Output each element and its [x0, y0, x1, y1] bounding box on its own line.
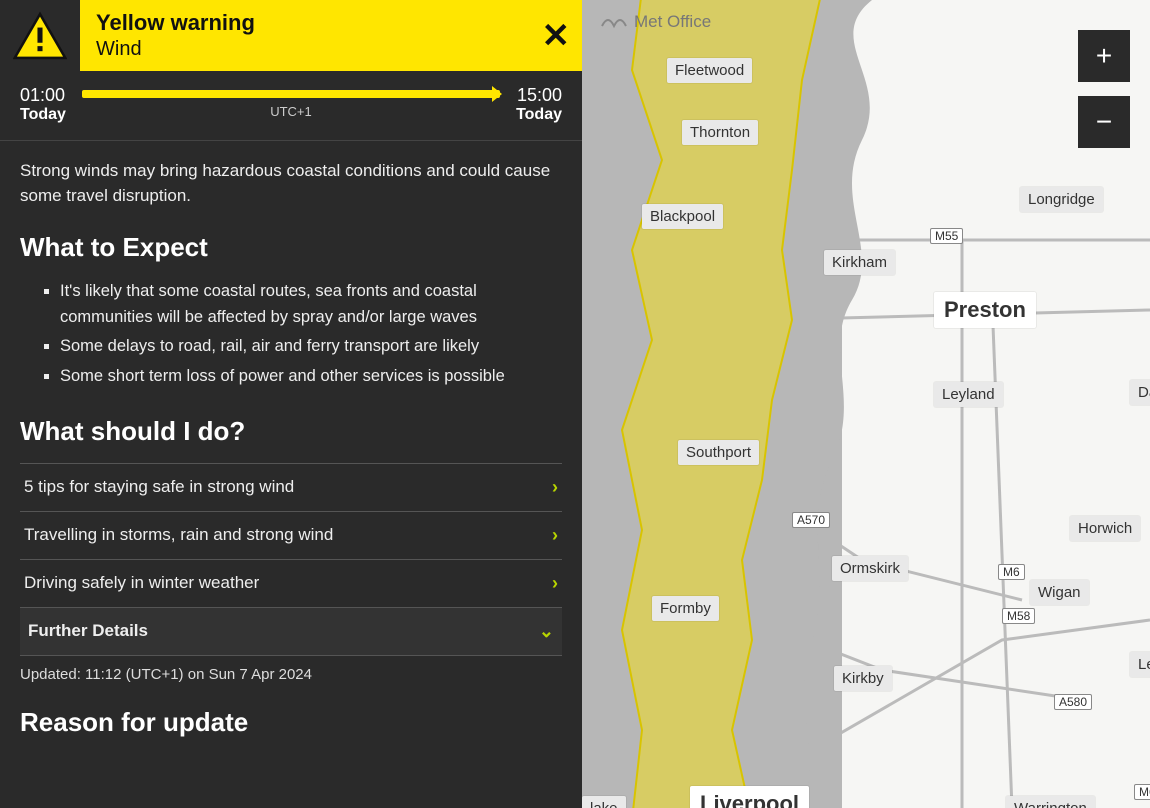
advice-link-driving-winter[interactable]: Driving safely in winter weather ›	[20, 560, 562, 608]
place-label: Preston	[934, 292, 1036, 328]
advice-link-safe-wind[interactable]: 5 tips for staying safe in strong wind ›	[20, 464, 562, 512]
warning-type: Wind	[96, 38, 566, 61]
advice-link-travelling-storms[interactable]: Travelling in storms, rain and strong wi…	[20, 512, 562, 560]
chevron-right-icon: ›	[552, 477, 558, 498]
warning-triangle-icon	[0, 0, 80, 71]
attribution-label: Met Office	[634, 12, 711, 32]
place-label: Horwich	[1070, 516, 1140, 541]
place-label: Kirkham	[824, 250, 895, 275]
map-attribution: Met Office	[600, 12, 711, 32]
place-label: Leyland	[934, 382, 1003, 407]
road-label: A570	[792, 512, 830, 528]
warning-header: Yellow warning Wind ✕	[0, 0, 582, 71]
expect-item: It's likely that some coastal routes, se…	[60, 279, 562, 330]
close-icon: ✕	[542, 17, 571, 55]
further-details-toggle[interactable]: Further Details ⌄	[20, 608, 562, 656]
what-should-i-do-heading: What should I do?	[20, 416, 562, 447]
place-label: Southport	[678, 440, 759, 465]
chevron-right-icon: ›	[552, 573, 558, 594]
advice-links: 5 tips for staying safe in strong wind ›…	[20, 463, 562, 656]
place-label: Blackpool	[642, 204, 723, 229]
time-range: 01:00 Today UTC+1 15:00 Today	[0, 71, 582, 141]
end-day: Today	[516, 106, 562, 124]
place-label: Warrington	[1006, 796, 1095, 808]
road-label: M58	[1002, 608, 1035, 624]
time-progress-bar	[82, 90, 500, 98]
chevron-down-icon: ⌄	[539, 621, 554, 642]
place-label: Ormskirk	[832, 556, 908, 581]
start-time: 01:00	[20, 85, 66, 106]
link-label: Travelling in storms, rain and strong wi…	[24, 525, 333, 545]
place-label: Formby	[652, 596, 719, 621]
zoom-in-button[interactable]: +	[1078, 30, 1130, 82]
met-office-icon	[600, 12, 628, 32]
reason-for-update-heading: Reason for update	[20, 707, 562, 738]
link-label: Further Details	[28, 621, 148, 641]
road-label: M6	[998, 564, 1025, 580]
place-label: lake	[582, 796, 626, 808]
place-label: Wigan	[1030, 580, 1089, 605]
what-to-expect-heading: What to Expect	[20, 232, 562, 263]
zoom-controls: + −	[1078, 30, 1130, 148]
expect-item: Some short term loss of power and other …	[60, 364, 562, 390]
plus-icon: +	[1096, 40, 1112, 72]
place-label: Leigh	[1130, 652, 1150, 677]
road-label: M55	[930, 228, 963, 244]
road-label: M6	[1134, 784, 1150, 800]
map-canvas[interactable]: Met Office + − Fleetwood Thornton Blackpoo…	[582, 0, 1150, 808]
warning-panel: Yellow warning Wind ✕ 01:00 Today UTC+1 …	[0, 0, 582, 808]
warning-level: Yellow warning	[96, 10, 566, 36]
road-label: A580	[1054, 694, 1092, 710]
updated-timestamp: Updated: 11:12 (UTC+1) on Sun 7 Apr 2024	[20, 656, 562, 689]
place-label: Kirkby	[834, 666, 892, 691]
place-label: Liverpool	[690, 786, 809, 808]
close-button[interactable]: ✕	[542, 19, 571, 53]
chevron-right-icon: ›	[552, 525, 558, 546]
minus-icon: −	[1096, 106, 1112, 138]
end-time: 15:00	[517, 85, 562, 106]
link-label: Driving safely in winter weather	[24, 573, 259, 593]
place-label: Thornton	[682, 120, 758, 145]
expect-item: Some delays to road, rail, air and ferry…	[60, 334, 562, 360]
warning-title-bar: Yellow warning Wind ✕	[80, 0, 582, 71]
place-label: Fleetwood	[667, 58, 752, 83]
zoom-out-button[interactable]: −	[1078, 96, 1130, 148]
timezone-label: UTC+1	[270, 104, 312, 119]
warning-summary: Strong winds may bring hazardous coastal…	[20, 159, 562, 208]
link-label: 5 tips for staying safe in strong wind	[24, 477, 294, 497]
expect-list: It's likely that some coastal routes, se…	[20, 279, 562, 389]
place-label: Longridge	[1020, 187, 1103, 212]
start-day: Today	[20, 106, 66, 124]
place-label: Da	[1130, 380, 1150, 405]
